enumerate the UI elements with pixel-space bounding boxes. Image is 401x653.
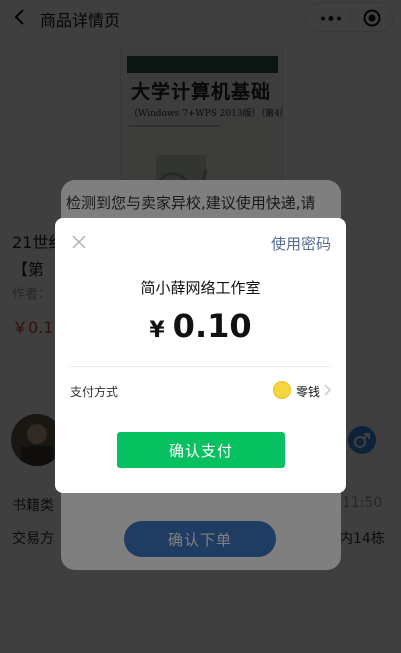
amount-row: ¥ 0.10: [55, 307, 346, 345]
use-password-link[interactable]: 使用密码: [271, 233, 331, 254]
currency-symbol: ¥: [149, 318, 165, 343]
chevron-right-icon[interactable]: [324, 384, 331, 396]
confirm-pay-button[interactable]: 确认支付: [117, 432, 285, 468]
change-wallet-icon: [273, 381, 291, 399]
close-icon[interactable]: [72, 235, 86, 249]
wechat-pay-dialog: 使用密码 简小薛网络工作室 ¥ 0.10 支付方式 零钱 确认支付: [55, 218, 346, 493]
merchant-name: 简小薛网络工作室: [140, 279, 261, 297]
pay-method-value[interactable]: 零钱: [296, 383, 320, 400]
pay-amount: 0.10: [172, 307, 252, 345]
pay-method-label: 支付方式: [70, 385, 119, 399]
divider: [70, 366, 331, 367]
